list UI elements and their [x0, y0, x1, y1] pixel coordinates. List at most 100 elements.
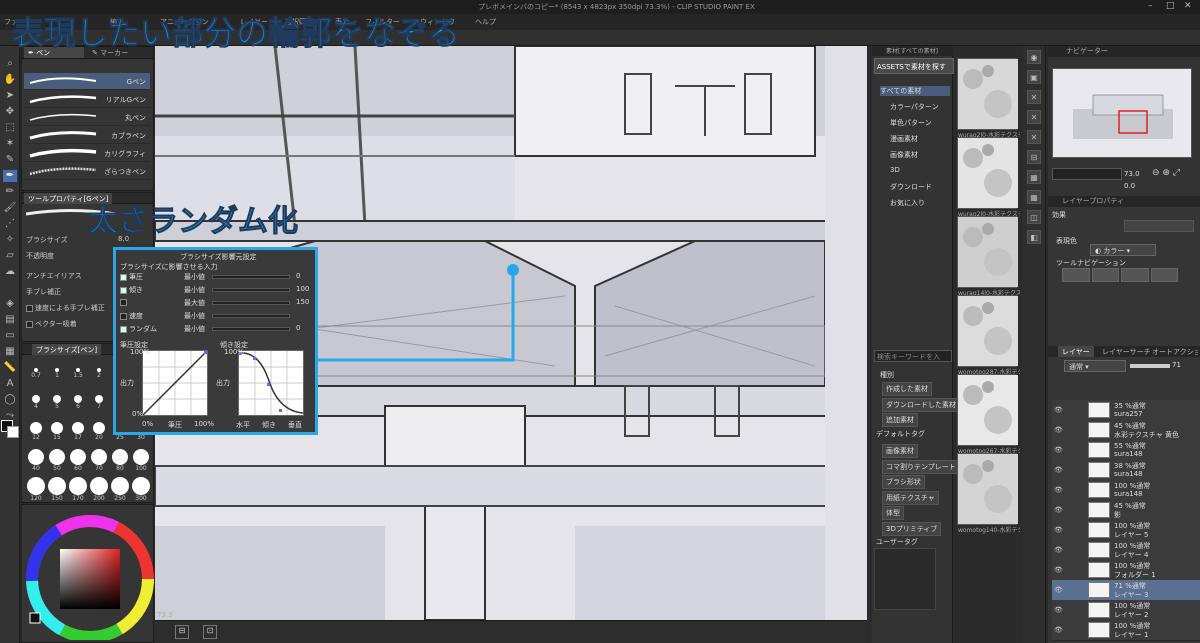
tag-item[interactable]: ダウンロードした素材: [882, 397, 960, 412]
brush-size-cell[interactable]: 5: [47, 389, 67, 416]
speed-stabilization-row[interactable]: 速度による手ブレ補正: [26, 303, 105, 313]
pressure-curve-graph[interactable]: [142, 350, 208, 416]
brush-size-cell[interactable]: 12: [26, 418, 46, 445]
brush-size-cell[interactable]: 80: [110, 447, 130, 474]
brush-size-cell[interactable]: 70: [89, 447, 109, 474]
dynamics-checkbox[interactable]: [120, 273, 127, 281]
balloon-tool-icon[interactable]: ◯: [3, 394, 17, 406]
dynamics-checkbox[interactable]: [120, 325, 127, 333]
layer-row[interactable]: 👁 100 %通常 sura148: [1052, 480, 1200, 501]
dynamics-value[interactable]: 0: [296, 272, 300, 280]
dynamics-value[interactable]: 100: [296, 285, 309, 293]
brush-tool-icon[interactable]: 🖌: [3, 202, 17, 214]
airbrush-tool-icon[interactable]: ⋰: [3, 218, 17, 230]
material-tile[interactable]: wurag2l0-水彩テクスチャ: [957, 58, 1020, 139]
blend-tool-icon[interactable]: ☁: [3, 266, 17, 278]
brush-size-cell[interactable]: 15: [47, 418, 67, 445]
brush-item[interactable]: Gペン: [24, 73, 150, 90]
material-tile[interactable]: womotog267-水彩テクスチャ: [957, 374, 1020, 455]
brush-size-cell[interactable]: 120: [26, 476, 46, 503]
brush-size-cell[interactable]: 100: [131, 447, 151, 474]
layer-row[interactable]: 👁 100 %通常 レイヤー 2: [1052, 600, 1200, 621]
brush-item[interactable]: ざらつきペン: [24, 163, 150, 180]
ruler-tool-icon[interactable]: 📏: [3, 362, 17, 374]
material-tree-item[interactable]: 単色パターン: [890, 118, 932, 128]
material-tree-item[interactable]: お気に入り: [890, 198, 925, 208]
layout-icon[interactable]: ⊟: [175, 625, 189, 639]
speed-checkbox[interactable]: [26, 304, 33, 312]
brush-size-cell[interactable]: 1.5: [68, 360, 88, 387]
opacity-value[interactable]: 71: [1172, 361, 1181, 369]
brush-item[interactable]: 丸ペン: [24, 109, 150, 126]
color-mode-select[interactable]: ◐ カラー ▾: [1090, 244, 1156, 256]
layer-row[interactable]: 👁 55 %通常 sura148: [1052, 440, 1200, 461]
brush-size-cell[interactable]: 17: [68, 418, 88, 445]
material-search-input[interactable]: 検索キーワードを入: [874, 350, 952, 362]
dynamics-value[interactable]: 150: [296, 298, 309, 306]
eye-icon[interactable]: 👁: [1054, 546, 1063, 554]
tilt-curve-graph[interactable]: [238, 350, 304, 416]
color-icon[interactable]: ◧: [1027, 230, 1041, 244]
brush-item[interactable]: カブラペン: [24, 127, 150, 144]
tool-nav-buttons[interactable]: [1062, 268, 1178, 282]
dynamics-row[interactable]: ランダム: [120, 324, 157, 334]
eye-icon[interactable]: 👁: [1054, 406, 1063, 414]
operation-tool-icon[interactable]: ➤: [3, 90, 17, 102]
navigator-preview[interactable]: [1052, 68, 1192, 158]
minimize-icon[interactable]: –: [1148, 1, 1153, 11]
brush-size-cell[interactable]: 150: [47, 476, 67, 503]
tab-auto-action[interactable]: オートアクション: [1148, 346, 1198, 357]
tag-item[interactable]: デフォルトタグ: [876, 429, 925, 439]
dynamics-value[interactable]: 0: [296, 324, 300, 332]
text-tool-icon[interactable]: A: [3, 378, 17, 390]
dynamics-row[interactable]: [120, 298, 129, 306]
eye-icon[interactable]: 👁: [1054, 586, 1063, 594]
selection-tool-icon[interactable]: ⬚: [3, 122, 17, 134]
brush-size-cell[interactable]: 0.7: [26, 360, 46, 387]
navigator-zoom[interactable]: 73.0: [1124, 170, 1140, 178]
sub-color-swatch[interactable]: [7, 426, 19, 438]
layer-row[interactable]: 👁 38 %通常 sura148: [1052, 460, 1200, 481]
info-icon[interactable]: ⊟: [1027, 150, 1041, 164]
hand-tool-icon[interactable]: ✋: [3, 74, 17, 86]
brush-size-cell[interactable]: 2: [89, 360, 109, 387]
eye-icon[interactable]: 👁: [1054, 446, 1063, 454]
frame-tool-icon[interactable]: ▦: [3, 346, 17, 358]
brush-size-cell[interactable]: 200: [89, 476, 109, 503]
maximize-icon[interactable]: □: [1166, 1, 1175, 11]
dynamics-slider[interactable]: [212, 327, 290, 331]
color-wheel[interactable]: [22, 505, 155, 643]
figure-tool-icon[interactable]: ▭: [3, 330, 17, 342]
brush-size-cell[interactable]: 40: [26, 447, 46, 474]
layer-icon[interactable]: ◫: [1027, 210, 1041, 224]
close-icon[interactable]: ✕: [1184, 1, 1192, 11]
layer-row[interactable]: 👁 100 %通常 レイヤー 1: [1052, 620, 1200, 641]
dynamics-row[interactable]: 筆圧: [120, 272, 143, 282]
material-tile[interactable]: womotog287-水彩テクスチャ: [957, 295, 1020, 376]
material-tree-item[interactable]: 漫画素材: [890, 134, 918, 144]
navigator-zoom-icons[interactable]: ⊖ ⊕ ⤢: [1152, 168, 1180, 178]
eyedropper-icon[interactable]: ✎: [3, 154, 17, 166]
panel-toggle-icon[interactable]: ◉: [1027, 50, 1041, 64]
material-tile[interactable]: womotog140-水彩テクスチャ: [957, 453, 1020, 534]
eye-icon[interactable]: 👁: [1054, 526, 1063, 534]
pencil-tool-icon[interactable]: ✏: [3, 186, 17, 198]
menu-help[interactable]: ヘルプ: [475, 17, 496, 27]
material-tree-item[interactable]: 3D: [890, 166, 900, 174]
effect-buttons[interactable]: [1124, 220, 1194, 232]
search-icon[interactable]: ▦: [1027, 170, 1041, 184]
tag-item[interactable]: コマ割りテンプレート: [882, 459, 960, 474]
view-icon[interactable]: ⊡: [203, 625, 217, 639]
layer-row[interactable]: 👁 45 %通常 水彩テクスチャ 黄色: [1052, 420, 1200, 441]
material-tree-item[interactable]: カラーパターン: [890, 102, 939, 112]
dynamics-checkbox[interactable]: [120, 298, 127, 306]
eye-icon[interactable]: 👁: [1054, 606, 1063, 614]
material-tree-item[interactable]: すべての素材: [880, 86, 950, 96]
tag-item[interactable]: 追加素材: [882, 413, 918, 427]
tab-layer[interactable]: レイヤー: [1058, 346, 1094, 357]
move-tool-icon[interactable]: ✥: [3, 106, 17, 118]
eye-icon[interactable]: 👁: [1054, 486, 1063, 494]
tag-item[interactable]: ユーザータグ: [876, 537, 918, 547]
dynamics-checkbox[interactable]: [120, 286, 127, 294]
brush-size-cell[interactable]: 20: [89, 418, 109, 445]
